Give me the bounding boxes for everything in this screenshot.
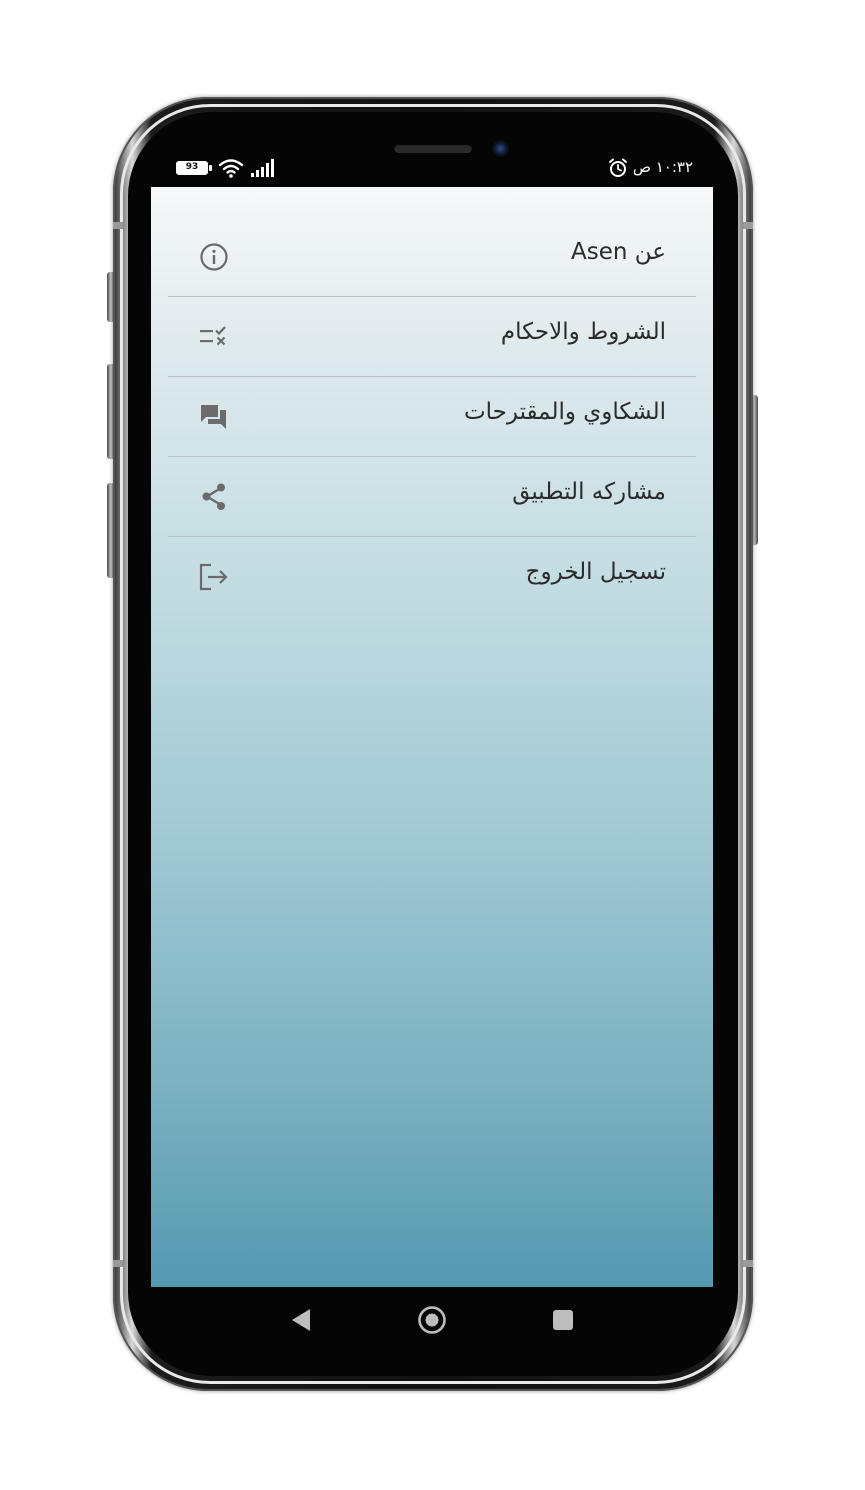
menu-item-label: الشكاوي والمقترحات	[464, 399, 666, 425]
menu-item-terms[interactable]: الشروط والاحكام	[168, 297, 696, 377]
navigation-bar	[151, 1289, 713, 1351]
chat-bubbles-icon	[201, 405, 226, 429]
logout-icon	[199, 563, 228, 591]
wifi-icon	[218, 159, 244, 178]
menu-item-label: تسجيل الخروج	[525, 559, 666, 585]
frame-antenna-line	[113, 222, 123, 229]
menu-item-complaints[interactable]: الشكاوي والمقترحات	[168, 377, 696, 457]
battery-icon: 93	[176, 161, 208, 175]
frame-antenna-line	[743, 1260, 753, 1267]
menu-item-label: الشروط والاحكام	[500, 319, 666, 345]
back-icon[interactable]	[285, 1304, 317, 1336]
share-icon	[202, 483, 225, 510]
status-bar: 93 ١٠:٣٢ ص	[150, 152, 715, 184]
battery-tip	[209, 165, 212, 171]
menu-item-share-app[interactable]: مشاركه التطبيق	[168, 457, 696, 537]
frame-antenna-line	[113, 1260, 123, 1267]
home-icon[interactable]	[416, 1304, 448, 1336]
cellular-signal-icon	[251, 159, 274, 177]
menu-item-about[interactable]: عن Asen	[168, 217, 696, 297]
menu-item-label: مشاركه التطبيق	[512, 479, 666, 505]
settings-menu: عن Asen الشروط والاحكام الشكاوي والمقترح…	[168, 217, 696, 617]
menu-item-logout[interactable]: تسجيل الخروج	[168, 537, 696, 617]
menu-item-label: عن Asen	[571, 239, 666, 265]
app-screen: عن Asen الشروط والاحكام الشكاوي والمقترح…	[151, 187, 713, 1287]
terms-checklist-icon	[200, 326, 226, 346]
alarm-clock-icon	[609, 158, 627, 177]
status-time: ١٠:٣٢ ص	[632, 158, 693, 176]
recents-icon[interactable]	[547, 1304, 579, 1336]
device-mockup: 93 ١٠:٣٢ ص عن Asen الشروط والاحكام الشكا…	[0, 0, 865, 1490]
battery-level: 93	[185, 162, 199, 172]
info-icon	[200, 243, 228, 271]
frame-antenna-line	[743, 222, 753, 229]
